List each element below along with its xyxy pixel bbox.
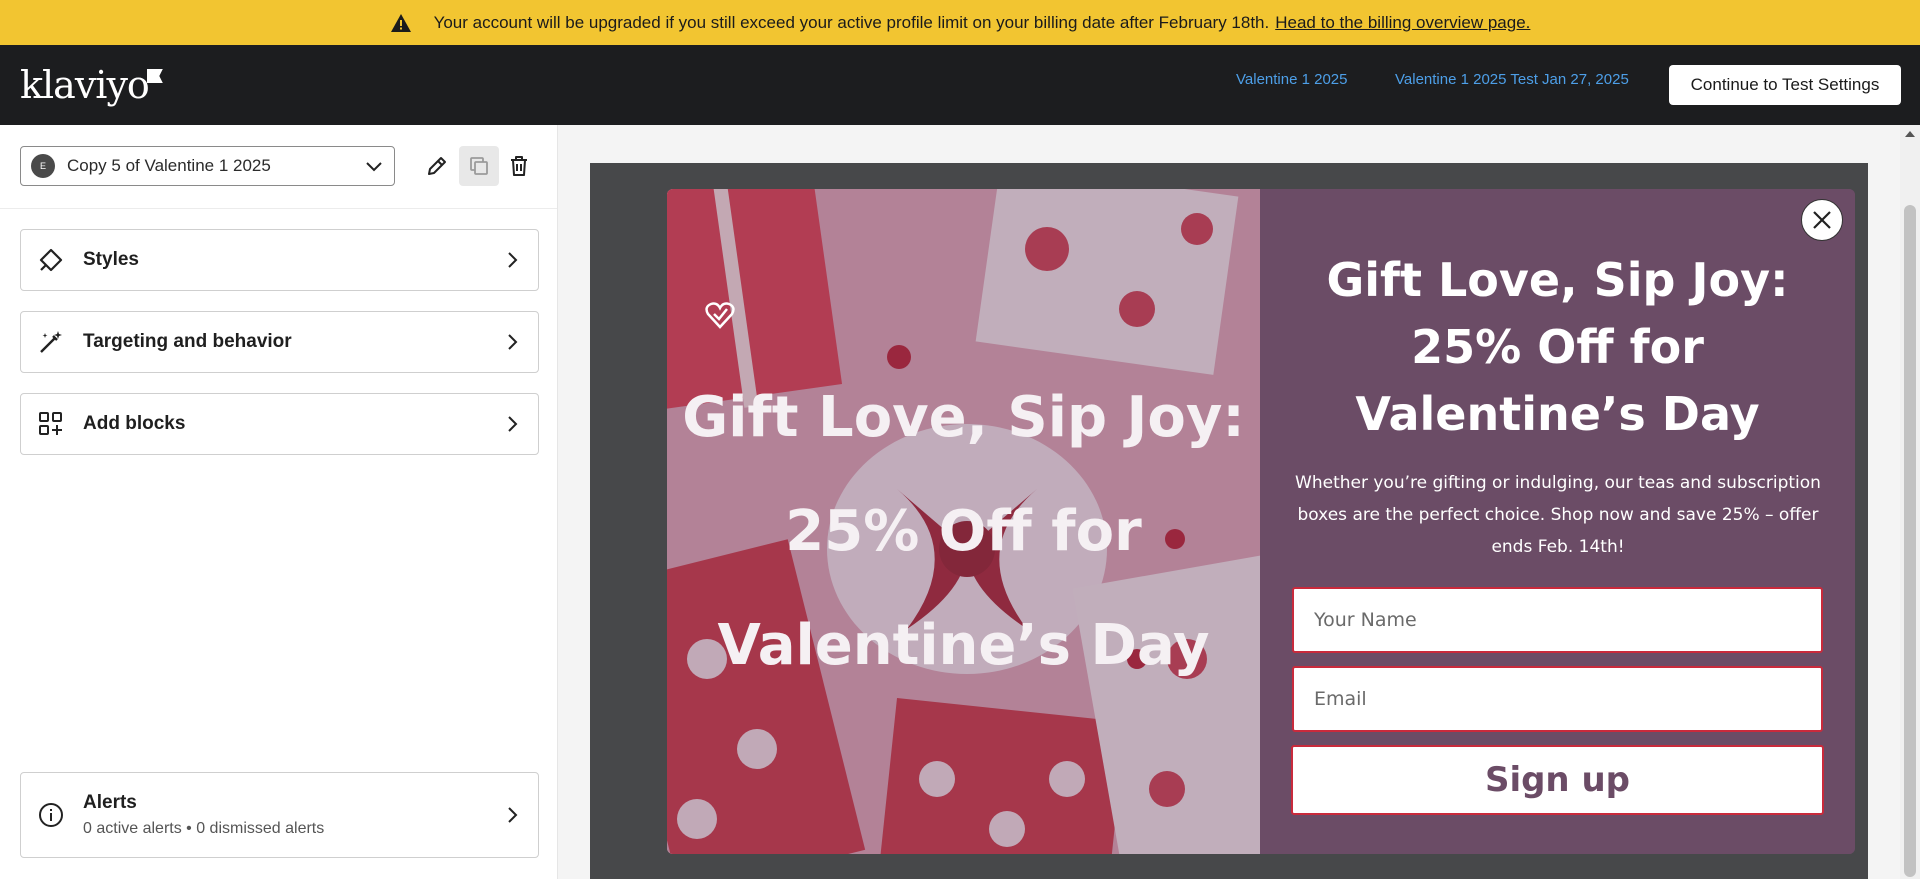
- banner-message: Your account will be upgraded if you sti…: [433, 12, 1270, 32]
- add-blocks-icon: [37, 410, 65, 438]
- warning-icon: [390, 13, 411, 32]
- popup-headline: Gift Love, Sip Joy: 25% Off for Valentin…: [1280, 247, 1835, 448]
- popup-headline-line-2: 25% Off for: [1411, 320, 1704, 374]
- alerts-summary: 0 active alerts • 0 dismissed alerts: [83, 820, 325, 837]
- logo-text: klaviyo: [20, 63, 150, 107]
- gift-photo: Gift Love, Sip Joy: 25% Off for Valentin…: [667, 189, 1260, 854]
- klaviyo-logo[interactable]: klaviyo: [20, 63, 163, 107]
- chevron-right-icon: [508, 807, 518, 823]
- close-icon: [1813, 211, 1831, 229]
- trash-icon: [511, 156, 527, 176]
- chevron-right-icon: [508, 416, 518, 432]
- sign-up-button[interactable]: Sign up: [1291, 745, 1824, 815]
- info-icon: [37, 801, 65, 829]
- popup-headline-line-3: Valentine’s Day: [1355, 387, 1760, 441]
- form-badge: E: [31, 154, 55, 178]
- popup-headline-line-1: Gift Love, Sip Joy:: [1326, 253, 1789, 307]
- alerts-title: Alerts: [83, 792, 137, 813]
- form-version-select[interactable]: E Copy 5 of Valentine 1 2025: [20, 146, 395, 186]
- preview-overlay: Gift Love, Sip Joy: 25% Off for Valentin…: [590, 163, 1868, 879]
- breadcrumb-form-link[interactable]: Valentine 1 2025: [1236, 71, 1347, 88]
- logo-flag-icon: [146, 69, 163, 83]
- breadcrumb-test-link[interactable]: Valentine 1 2025 Test Jan 27, 2025: [1395, 71, 1629, 88]
- duplicate-button[interactable]: [459, 146, 499, 186]
- delete-button[interactable]: [499, 146, 539, 186]
- copy-icon: [470, 157, 488, 175]
- image-headline-line-2: 25% Off for: [785, 499, 1142, 564]
- top-nav: klaviyo Valentine 1 2025 Valentine 1 202…: [0, 45, 1920, 125]
- chevron-right-icon: [508, 334, 518, 350]
- styles-panel[interactable]: Styles: [20, 229, 539, 291]
- editor-sidebar: E Copy 5 of Valentine 1 2025 Styles Targ…: [0, 125, 558, 879]
- add-blocks-label: Add blocks: [83, 413, 186, 434]
- add-blocks-panel[interactable]: Add blocks: [20, 393, 539, 455]
- close-button[interactable]: [1801, 199, 1843, 241]
- scroll-up-arrow-icon[interactable]: [1905, 131, 1915, 137]
- alerts-text: Alerts 0 active alerts • 0 dismissed ale…: [83, 792, 502, 838]
- magic-wand-icon: [37, 328, 65, 356]
- paint-icon: [37, 246, 65, 274]
- heart-check-logo-icon: [705, 302, 735, 329]
- popup-form: Gift Love, Sip Joy: 25% Off for Valentin…: [667, 189, 1855, 854]
- email-input[interactable]: [1292, 666, 1823, 732]
- billing-warning-banner: Your account will be upgraded if you sti…: [0, 0, 1920, 45]
- billing-overview-link[interactable]: Head to the billing overview page.: [1275, 13, 1530, 33]
- name-input[interactable]: [1292, 587, 1823, 653]
- continue-to-test-settings-button[interactable]: Continue to Test Settings: [1669, 65, 1901, 105]
- scroll-thumb[interactable]: [1904, 205, 1916, 877]
- image-headline-line-1: Gift Love, Sip Joy:: [682, 385, 1245, 450]
- form-preview-area: Gift Love, Sip Joy: 25% Off for Valentin…: [558, 125, 1900, 879]
- image-headline: Gift Love, Sip Joy: 25% Off for Valentin…: [667, 361, 1260, 703]
- image-headline-line-3: Valentine’s Day: [717, 613, 1210, 678]
- rename-button[interactable]: [417, 146, 457, 186]
- popup-body-text: Whether you’re gifting or indulging, our…: [1295, 473, 1821, 557]
- chevron-down-icon: [366, 162, 382, 172]
- styles-label: Styles: [83, 249, 139, 270]
- form-version-label: Copy 5 of Valentine 1 2025: [67, 156, 271, 175]
- alerts-panel[interactable]: Alerts 0 active alerts • 0 dismissed ale…: [20, 772, 539, 858]
- preview-scrollbar[interactable]: [1900, 125, 1920, 879]
- popup-content: Gift Love, Sip Joy: 25% Off for Valentin…: [1260, 189, 1855, 854]
- chevron-right-icon: [508, 252, 518, 268]
- targeting-panel[interactable]: Targeting and behavior: [20, 311, 539, 373]
- pencil-icon: [428, 157, 446, 175]
- targeting-label: Targeting and behavior: [83, 331, 292, 352]
- sidebar-divider: [0, 208, 557, 209]
